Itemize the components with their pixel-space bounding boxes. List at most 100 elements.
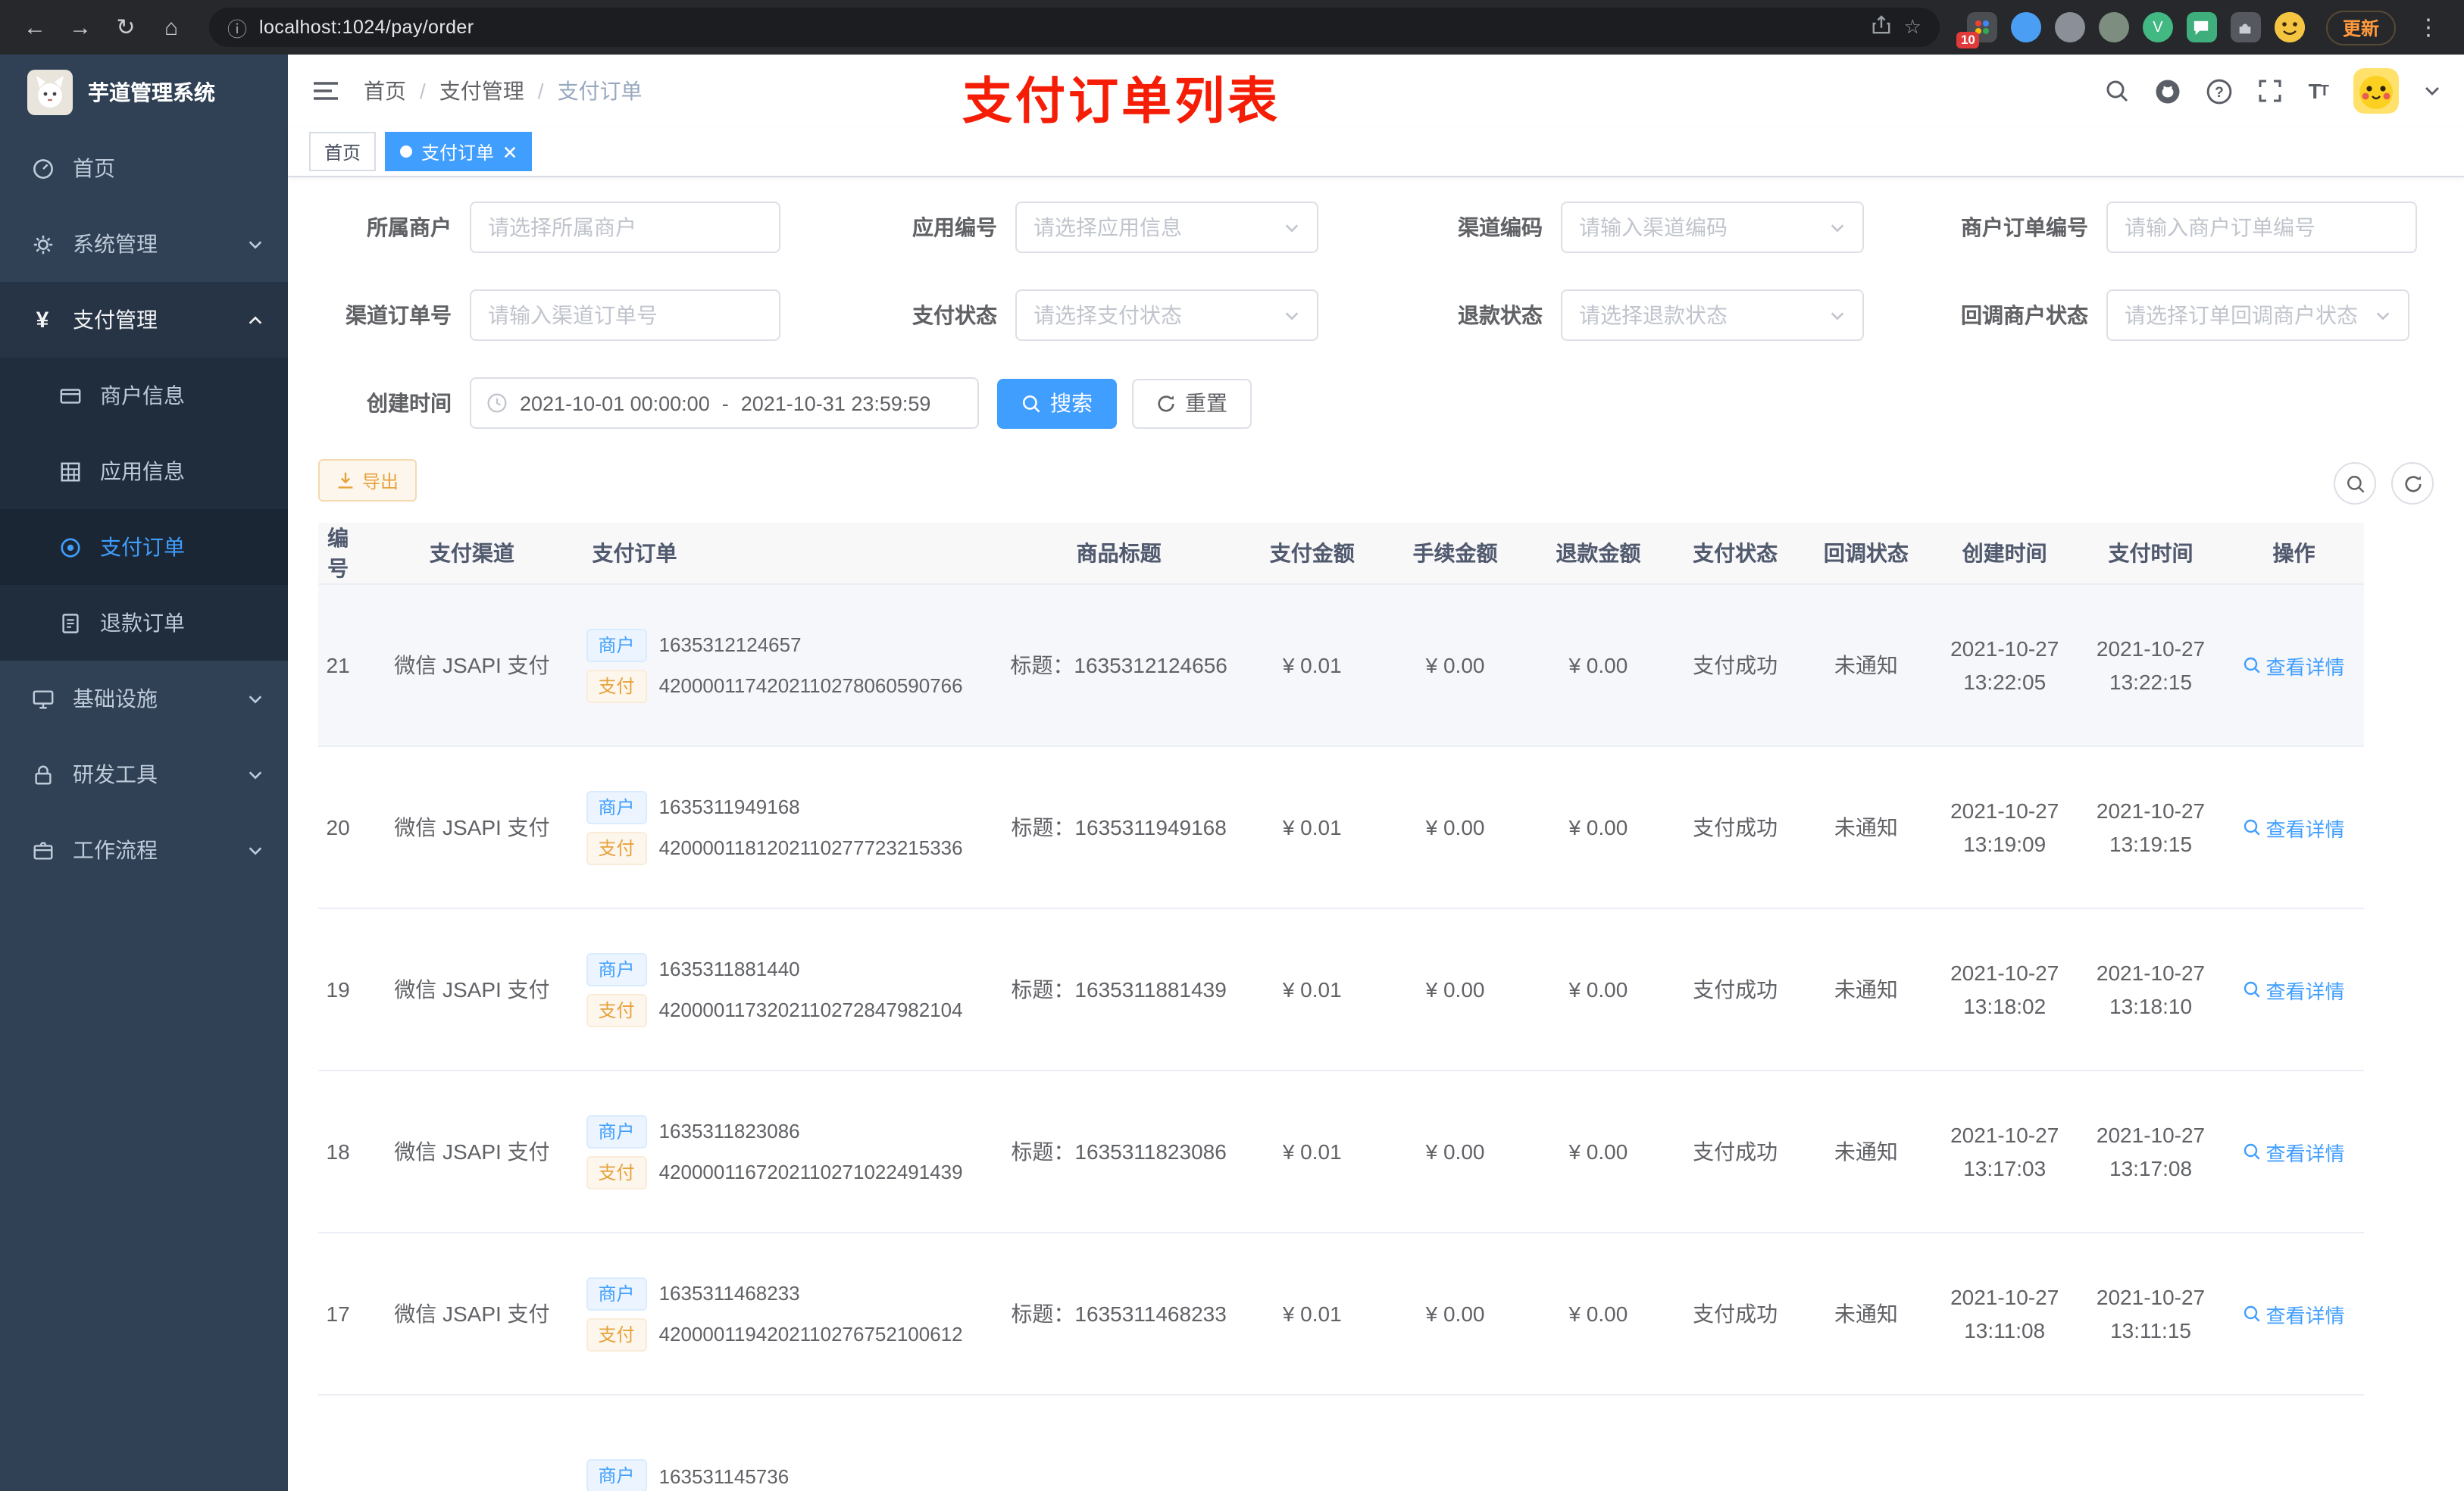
- cell-create-time: [1931, 1395, 2078, 1491]
- cell-fee: ¥ 0.00: [1384, 908, 1527, 1071]
- cell-actions: 查看详情: [2223, 584, 2364, 747]
- address-bar[interactable]: ⓘ localhost:1024/pay/order ☆: [209, 8, 1940, 47]
- search-icon[interactable]: [2106, 79, 2130, 103]
- forward-icon[interactable]: →: [61, 8, 100, 47]
- pay-order-no: 4200001181202110277723215336: [658, 836, 963, 859]
- caret-down-icon[interactable]: [2425, 83, 2440, 98]
- home-icon[interactable]: ⌂: [152, 8, 191, 47]
- cell-pay-time: 2021-10-27 13:18:10: [2078, 908, 2224, 1071]
- pay-submenu: 商户信息 应用信息 支付订单 退款订单: [0, 358, 288, 661]
- channel-code-select[interactable]: 请输入渠道编码: [1561, 202, 1864, 253]
- cell-order: 商户 1635311468233 支付 4200001194202110276752…: [586, 1233, 997, 1396]
- sidebar-item-refund-order[interactable]: 退款订单: [0, 585, 288, 661]
- emoji-face-icon[interactable]: [2274, 12, 2305, 42]
- notify-status-select[interactable]: 请选择订单回调商户状态: [2106, 289, 2409, 341]
- view-detail-link[interactable]: 查看详情: [2243, 651, 2345, 680]
- sidebar-item-merchant-info[interactable]: 商户信息: [0, 358, 288, 433]
- table-row: 21 微信 JSAPI 支付 商户 1635312124657 支付 4200001…: [318, 584, 2364, 747]
- field-notify-status: 回调商户状态 请选择订单回调商户状态: [1955, 289, 2409, 341]
- sidebar-item-app-info[interactable]: 应用信息: [0, 433, 288, 509]
- refresh-icon[interactable]: [2391, 462, 2434, 505]
- extension-olive-icon[interactable]: [2098, 12, 2129, 42]
- close-icon[interactable]: [503, 145, 517, 158]
- export-button[interactable]: 导出: [318, 459, 417, 502]
- user-avatar[interactable]: [2353, 68, 2399, 114]
- merchant-input[interactable]: [470, 202, 780, 253]
- app-select[interactable]: 请选择应用信息: [1015, 202, 1318, 253]
- col-header-channel: 支付渠道: [358, 523, 586, 585]
- sidebar-label: 应用信息: [100, 459, 185, 483]
- date-end: 2021-10-31 23:59:59: [740, 392, 931, 414]
- toggle-search-icon[interactable]: [2334, 462, 2376, 505]
- merchant-order-no: 1635312124657: [658, 633, 802, 656]
- view-detail-link[interactable]: 查看详情: [2243, 1137, 2345, 1166]
- field-merchant: 所属商户: [318, 202, 780, 253]
- col-header-id: 编号: [318, 523, 358, 585]
- extension-gray-icon[interactable]: [2054, 12, 2085, 42]
- reload-icon[interactable]: ↻: [106, 8, 145, 47]
- fullscreen-icon[interactable]: [2259, 79, 2283, 103]
- cell-notify: 未通知: [1800, 908, 1932, 1071]
- github-icon[interactable]: [2156, 78, 2181, 104]
- sidebar-item-dev-tools[interactable]: 研发工具: [0, 736, 288, 812]
- cell-refund: ¥ 0.00: [1526, 584, 1670, 747]
- lock-icon: [30, 762, 55, 786]
- extension-drop-icon[interactable]: [2010, 12, 2041, 42]
- cell-refund: ¥ 0.00: [1526, 1071, 1670, 1233]
- sidebar-item-pay-order[interactable]: 支付订单: [0, 509, 288, 585]
- breadcrumb-level1[interactable]: 支付管理: [439, 76, 524, 106]
- share-icon[interactable]: [1872, 15, 1892, 39]
- hamburger-icon[interactable]: [312, 80, 339, 102]
- breadcrumb: 首页 / 支付管理 / 支付订单: [364, 76, 643, 106]
- extension-dark-puzzle-icon[interactable]: [2230, 12, 2261, 42]
- cell-status: 支付成功: [1669, 746, 1801, 909]
- pay-status-select[interactable]: 请选择支付状态: [1015, 289, 1318, 341]
- help-icon[interactable]: ?: [2207, 78, 2233, 104]
- site-info-icon[interactable]: ⓘ: [227, 13, 247, 42]
- cell-create-time: 2021-10-27 13:18:02: [1931, 908, 2078, 1071]
- bookmark-star-icon[interactable]: ☆: [1904, 15, 1921, 39]
- sidebar-item-home[interactable]: 首页: [0, 130, 288, 206]
- sidebar-item-pay[interactable]: ¥ 支付管理: [0, 282, 288, 358]
- browser-menu-icon[interactable]: ⋮: [2408, 14, 2449, 41]
- dashboard-icon: [30, 156, 55, 180]
- cell-id: 19: [318, 908, 358, 1071]
- search-button[interactable]: 搜索: [997, 378, 1117, 428]
- tab-home[interactable]: 首页: [309, 132, 377, 171]
- cell-status: [1669, 1395, 1801, 1491]
- tab-label: 支付订单: [421, 142, 495, 163]
- reset-button[interactable]: 重置: [1132, 378, 1252, 428]
- tab-pay-order[interactable]: 支付订单: [385, 132, 533, 171]
- date-separator: -: [721, 392, 729, 414]
- cell-id: 21: [318, 584, 358, 747]
- breadcrumb-home[interactable]: 首页: [364, 76, 406, 106]
- refund-status-select[interactable]: 请选择退款状态: [1561, 289, 1864, 341]
- merchant-tag: 商户: [586, 1459, 647, 1491]
- cell-actions: [2223, 1395, 2364, 1491]
- font-size-icon[interactable]: TT: [2309, 79, 2329, 103]
- field-label: 支付状态: [912, 303, 997, 327]
- merchant-order-no: 163531145736: [658, 1464, 790, 1487]
- sidebar-item-system[interactable]: 系统管理: [0, 206, 288, 282]
- sidebar-item-infra[interactable]: 基础设施: [0, 661, 288, 736]
- update-button[interactable]: 更新: [2325, 10, 2396, 45]
- extensions-puzzle-icon[interactable]: 10: [1956, 12, 1997, 48]
- sidebar-logo[interactable]: 芋道管理系统: [0, 55, 288, 130]
- vue-devtools-icon[interactable]: V: [2142, 12, 2173, 42]
- url-text: localhost:1024/pay/order: [259, 17, 474, 38]
- view-detail-link[interactable]: 查看详情: [2243, 975, 2345, 1004]
- sidebar-label: 首页: [73, 156, 115, 180]
- table-toolbar: 导出: [318, 459, 2434, 505]
- sidebar-item-workflow[interactable]: 工作流程: [0, 812, 288, 888]
- view-detail-link[interactable]: 查看详情: [2243, 1299, 2345, 1328]
- merchant-order-no-input[interactable]: [2106, 202, 2417, 253]
- view-detail-link[interactable]: 查看详情: [2243, 813, 2345, 842]
- cell-fee: ¥ 0.00: [1384, 746, 1527, 909]
- cell-fee: [1384, 1395, 1527, 1491]
- channel-order-no-input[interactable]: [470, 289, 780, 341]
- extension-chat-icon[interactable]: [2186, 12, 2217, 42]
- back-icon[interactable]: ←: [15, 8, 55, 47]
- date-range-picker[interactable]: 2021-10-01 00:00:00 - 2021-10-31 23:59:5…: [470, 377, 979, 429]
- export-button-label: 导出: [362, 470, 399, 492]
- merchant-order-no: 1635311949168: [658, 796, 800, 818]
